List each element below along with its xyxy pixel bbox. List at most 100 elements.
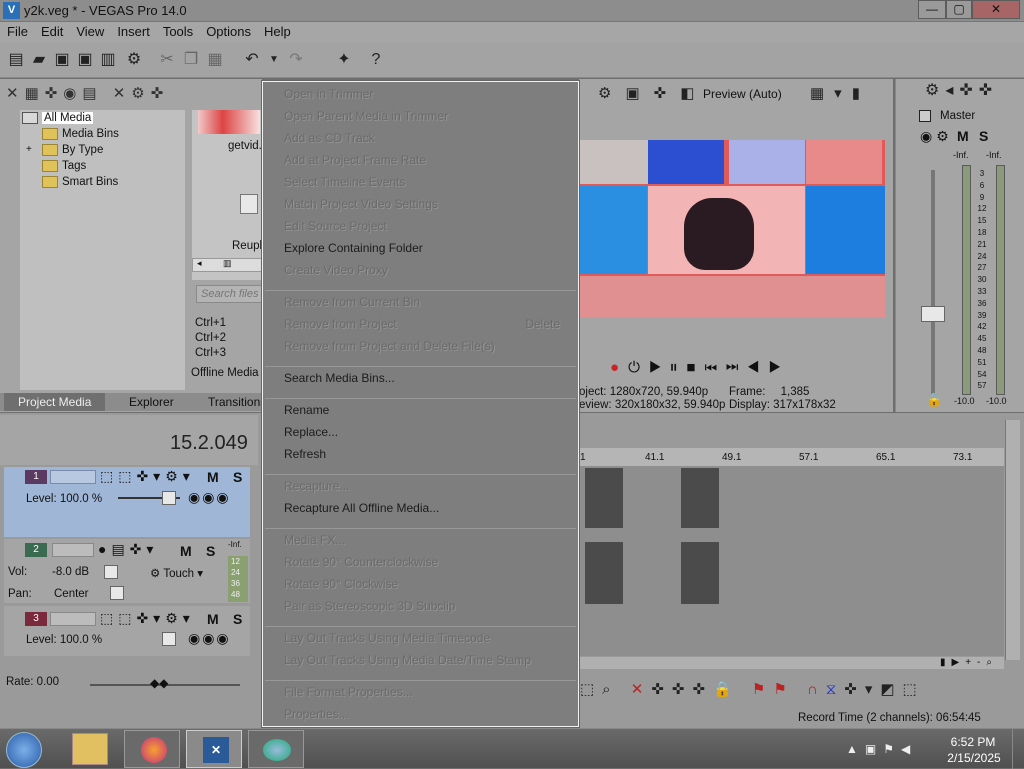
download-manager-taskbar-button[interactable] — [248, 730, 304, 768]
menu-item-explore-containing-folder[interactable]: Explore Containing Folder — [284, 241, 574, 255]
redo-icon[interactable]: ↷ — [286, 50, 306, 70]
open-folder-icon[interactable]: ▰ — [29, 50, 49, 70]
menu-help[interactable]: Help — [257, 22, 297, 39]
track-fx-icons[interactable]: ⬚⬚✜▾⚙▾ — [100, 610, 195, 627]
lock-icon[interactable]: 🔒 — [926, 392, 942, 408]
track-name-field[interactable] — [50, 612, 96, 626]
media-thumbnail[interactable] — [198, 110, 260, 134]
menu-item-media-fx[interactable]: Media FX... — [284, 533, 574, 547]
menu-item-lay-out-tracks-using-media-date-time-stamp[interactable]: Lay Out Tracks Using Media Date/Time Sta… — [284, 653, 574, 667]
vertical-scrollbar[interactable] — [1005, 420, 1020, 660]
tab-transitions[interactable]: Transitions — [208, 395, 266, 409]
menu-item-open-in-trimmer[interactable]: Open in Trimmer — [284, 87, 574, 101]
show-desktop-button[interactable] — [1012, 729, 1024, 769]
volume-slider-handle[interactable] — [104, 565, 118, 579]
media-file-icon[interactable] — [240, 194, 258, 214]
menu-item-recapture[interactable]: Recapture... — [284, 479, 574, 493]
close-button[interactable]: ✕ — [972, 0, 1020, 19]
tree-item-media-bins[interactable]: Media Bins — [42, 126, 119, 142]
zoom-controls[interactable]: ▮▶+-⌕ — [940, 657, 998, 668]
paste-icon[interactable]: ▦ — [205, 50, 225, 70]
track-2-solo-button[interactable]: S — [206, 543, 215, 559]
help-icon[interactable]: ? — [366, 50, 386, 70]
tree-item-tags[interactable]: Tags — [42, 158, 86, 174]
tree-item-by-type[interactable]: By Type — [42, 142, 103, 158]
master-fx-icons[interactable]: ◉⚙ — [920, 128, 953, 145]
preview-toolbar-icons[interactable]: ⚙▣✜◧ — [598, 84, 708, 102]
start-button[interactable] — [6, 732, 42, 768]
menu-item-rotate-90-counterclockwise[interactable]: Rotate 90° Counterclockwise — [284, 555, 574, 569]
marker-icon[interactable]: ⚑⚑ — [752, 681, 795, 698]
copy-icon[interactable]: ❐ — [181, 50, 201, 70]
menu-item-remove-from-current-bin[interactable]: Remove from Current Bin — [284, 295, 574, 309]
automation-mode[interactable]: ⚙ Touch ▾ — [150, 566, 203, 580]
menu-item-properties[interactable]: Properties... — [284, 707, 574, 721]
track-3-solo-button[interactable]: S — [233, 611, 242, 627]
menu-item-pair-as-stereoscopic-3d-subclip[interactable]: Pair as Stereoscopic 3D Subclip — [284, 599, 574, 613]
menu-item-rename[interactable]: Rename — [284, 403, 574, 417]
media-file-area[interactable]: getvid. Reupl ◂ ▥ — [192, 110, 262, 280]
search-files-input[interactable] — [196, 285, 262, 303]
video-event[interactable] — [585, 468, 623, 528]
edit-toolbar[interactable]: ⬚⌕ ✕✜✜✜🔒 ⚑⚑ ∩⧖✜▾◩⬚ — [580, 680, 1000, 700]
master-fader-handle[interactable] — [921, 306, 945, 322]
transport-controls[interactable]: ●⏻▶⏸■⏮⏭◀▶ — [610, 359, 845, 377]
master-mute-button[interactable]: M — [957, 128, 969, 144]
save-as-icon[interactable]: ▣ — [75, 50, 95, 70]
menu-item-edit-source-project[interactable]: Edit Source Project — [284, 219, 574, 233]
track-name-field[interactable] — [52, 543, 94, 557]
record-icon[interactable]: ● — [610, 359, 628, 376]
menu-item-file-format-properties[interactable]: File Format Properties... — [284, 685, 574, 699]
menu-item-add-at-project-frame-rate[interactable]: Add at Project Frame Rate — [284, 153, 574, 167]
video-event[interactable] — [681, 468, 719, 528]
preview-quality-dropdown[interactable]: Preview (Auto) — [703, 87, 782, 101]
menu-edit[interactable]: Edit — [34, 22, 69, 39]
minimize-button[interactable]: — — [918, 0, 946, 19]
level-slider-handle[interactable] — [162, 491, 176, 505]
menu-item-select-timeline-events[interactable]: Select Timeline Events — [284, 175, 574, 189]
timeline-tracks-area[interactable] — [579, 466, 1004, 656]
auto-crossfade-icon[interactable]: ⧖ — [826, 681, 845, 698]
level-slider-handle[interactable] — [162, 632, 176, 646]
compositing-icons[interactable]: ◉◉◉ — [188, 489, 231, 506]
system-tray-icons[interactable]: ▲▣⚑◀ — [846, 742, 917, 756]
menu-options[interactable]: Options — [199, 22, 257, 39]
track-name-field[interactable] — [50, 470, 96, 484]
undo-dropdown-icon[interactable]: ▼ — [264, 50, 284, 70]
delete-icon[interactable]: ✕ — [631, 681, 652, 698]
tree-item-smart-bins[interactable]: Smart Bins — [42, 174, 118, 190]
mixer-toolbar-icons[interactable]: ⚙◂✜✜ — [925, 80, 998, 100]
horizontal-scrollbar[interactable]: ◂ ▥ — [192, 258, 262, 272]
render-icon[interactable]: ▥ — [98, 50, 118, 70]
new-file-icon[interactable]: ▤ — [6, 50, 26, 70]
tools-icon[interactable]: ✦ — [334, 50, 354, 70]
menu-item-match-project-video-settings[interactable]: Match Project Video Settings — [284, 197, 574, 211]
menu-item-lay-out-tracks-using-media-timecode[interactable]: Lay Out Tracks Using Media Timecode — [284, 631, 574, 645]
file-explorer-taskbar-icon[interactable] — [72, 733, 108, 765]
menu-view[interactable]: View — [69, 22, 110, 39]
preview-grid-icons[interactable]: ▦▾▮ — [810, 84, 870, 102]
menu-item-add-as-cd-track[interactable]: Add as CD Track — [284, 131, 574, 145]
timeline-ruler[interactable] — [579, 448, 1004, 466]
menu-item-rotate-90-clockwise[interactable]: Rotate 90° Clockwise — [284, 577, 574, 591]
save-icon[interactable]: ▣ — [52, 50, 72, 70]
track-2-mute-button[interactable]: M — [180, 543, 192, 559]
menu-item-refresh[interactable]: Refresh — [284, 447, 574, 461]
tree-item-all-media[interactable]: All Media — [22, 110, 94, 126]
pan-slider-handle[interactable] — [110, 586, 124, 600]
track-1-mute-button[interactable]: M — [207, 469, 219, 485]
media-toolbar-icons[interactable]: ✕▦✜◉▤ ✕⚙✜ — [6, 84, 256, 106]
track-fx-icons[interactable]: ●▤✜▾ — [98, 541, 158, 558]
track-3-mute-button[interactable]: M — [207, 611, 219, 627]
menu-item-open-parent-media-in-trimmer[interactable]: Open Parent Media in Trimmer — [284, 109, 574, 123]
cut-icon[interactable]: ✂ — [157, 50, 177, 70]
audio-event[interactable] — [585, 542, 623, 604]
menu-item-remove-from-project-and-delete-file-s[interactable]: Remove from Project and Delete File(s) — [284, 339, 574, 353]
compositing-icons[interactable]: ◉◉◉ — [188, 630, 231, 647]
undo-icon[interactable]: ↶ — [242, 50, 262, 70]
vegas-taskbar-button[interactable]: ✕ — [186, 730, 242, 768]
rate-slider-handle[interactable]: ◆◆ — [150, 676, 168, 690]
tab-explorer[interactable]: Explorer — [129, 395, 174, 409]
menu-insert[interactable]: Insert — [110, 22, 156, 39]
maximize-button[interactable]: ▢ — [946, 0, 972, 19]
